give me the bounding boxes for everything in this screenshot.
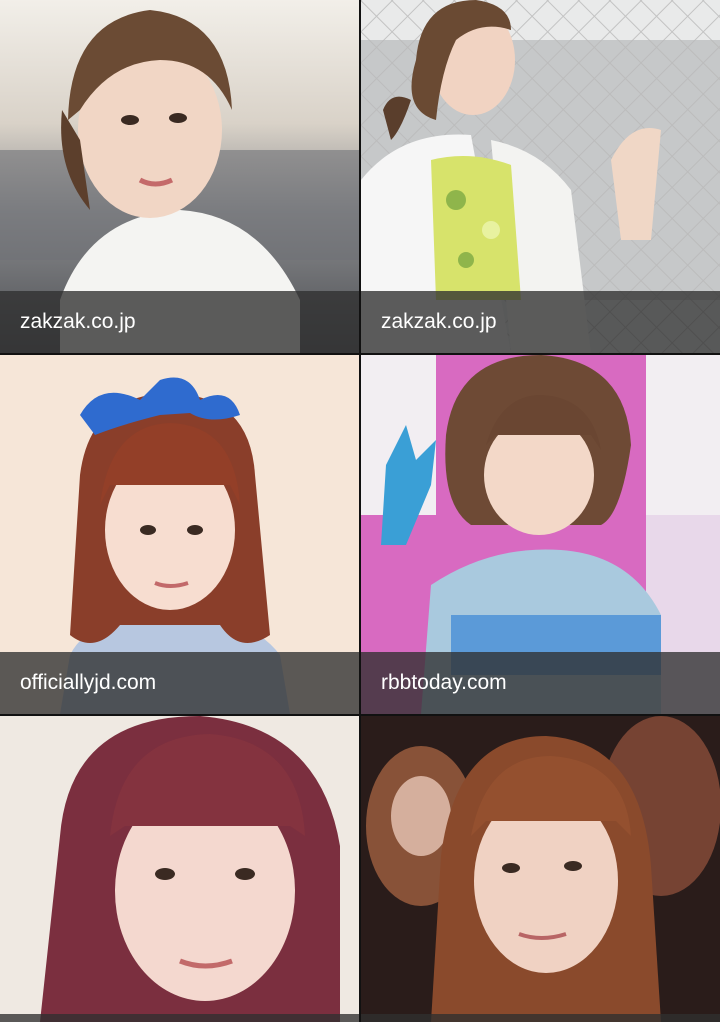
image-result-3[interactable]: officiallyjd.com <box>0 355 359 714</box>
grid-divider <box>359 0 361 1022</box>
result-photo <box>0 716 359 1022</box>
image-result-2[interactable]: zakzak.co.jp <box>361 0 720 353</box>
grid-divider <box>0 714 720 716</box>
source-label: zakzak.co.jp <box>0 291 359 353</box>
image-result-4[interactable]: rbbtoday.com <box>361 355 720 714</box>
source-label: rbbtoday.com <box>361 652 720 714</box>
image-result-1[interactable]: zakzak.co.jp <box>0 0 359 353</box>
source-label: zakzak.co.jp <box>361 291 720 353</box>
image-result-6[interactable] <box>361 716 720 1022</box>
source-label: officiallyjd.com <box>0 652 359 714</box>
source-label <box>0 1014 359 1022</box>
image-results-grid: zakzak.co.jp zakzak.co.jp officiallyjd.c… <box>0 0 720 1022</box>
result-photo <box>361 716 720 1022</box>
source-label <box>361 1014 720 1022</box>
grid-divider <box>0 353 720 355</box>
image-result-5[interactable] <box>0 716 359 1022</box>
